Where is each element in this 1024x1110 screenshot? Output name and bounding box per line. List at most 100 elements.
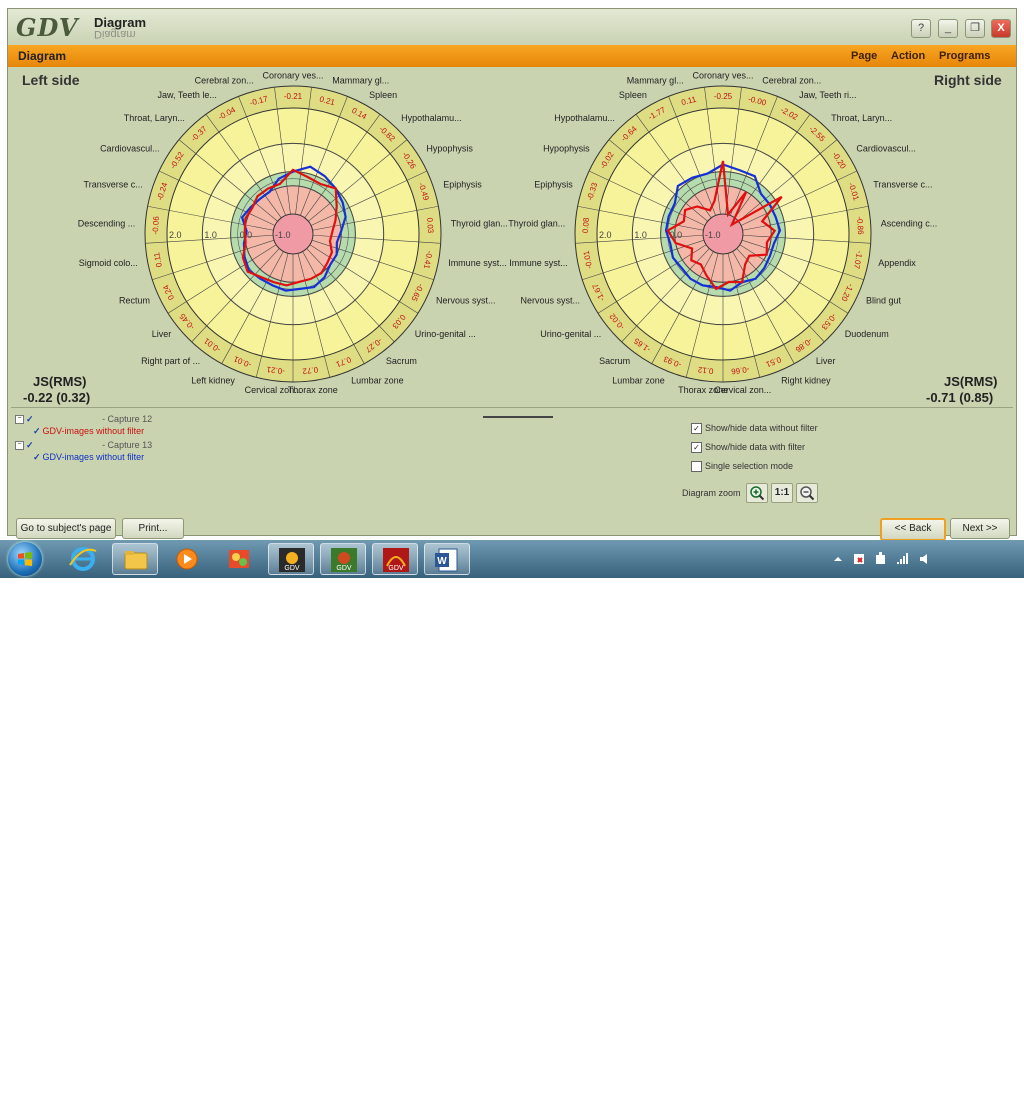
- right-sector-name: Sacrum: [599, 356, 630, 366]
- taskbar-paint-app[interactable]: [216, 543, 262, 575]
- system-clock[interactable]: 9:53 AM 10/01/2012: [944, 1084, 1016, 1110]
- left-sector-name: Rectum: [119, 296, 150, 306]
- checkbox-label: Show/hide data with filter: [705, 442, 806, 452]
- left-sector-name: Descending ...: [78, 218, 136, 228]
- left-sector-name: Hypothalamu...: [401, 113, 462, 123]
- svg-text:W: W: [437, 556, 447, 567]
- left-sector-name: Cerebral zon...: [195, 75, 254, 85]
- checkmark-icon[interactable]: ✓: [26, 440, 34, 450]
- left-sector-name: Coronary ves...: [262, 70, 323, 80]
- tree-capture-12-images[interactable]: ✓ GDV-images without filter: [33, 426, 144, 437]
- next-button[interactable]: Next >>: [950, 518, 1010, 539]
- tree-capture-13[interactable]: − ✓ - Capture 13: [15, 440, 152, 451]
- show-hidden-icons-icon: [834, 557, 842, 561]
- checkbox-empty-icon[interactable]: [691, 461, 702, 473]
- menu-action[interactable]: Action: [891, 50, 925, 62]
- collapse-icon[interactable]: −: [15, 441, 24, 451]
- zoom-out-button[interactable]: [796, 483, 818, 503]
- tree-capture-12[interactable]: − ✓ - Capture 12: [15, 414, 152, 425]
- checkbox-checked-icon[interactable]: ✓: [691, 423, 702, 435]
- checkbox-label: Show/hide data without filter: [705, 423, 818, 433]
- right-sector-name: Cardiovascul...: [856, 144, 916, 154]
- taskbar-gdv-app-2[interactable]: GDV: [320, 543, 366, 575]
- gdv-app-icon: GDV: [331, 548, 357, 572]
- svg-text:GDV: GDV: [388, 565, 404, 572]
- checkmark-icon[interactable]: ✓: [33, 426, 41, 436]
- left-sector-value: 0.03: [425, 217, 435, 234]
- minimize-button[interactable]: _: [938, 19, 958, 38]
- page-title: Diagram: [18, 49, 67, 63]
- capture-label: - Capture 13: [102, 440, 153, 450]
- right-ring-label: -1.0: [705, 230, 721, 240]
- collapse-icon[interactable]: −: [15, 415, 24, 425]
- right-sector-name: Coronary ves...: [692, 70, 753, 80]
- taskbar-explorer[interactable]: [112, 543, 158, 575]
- svg-text:GDV: GDV: [336, 565, 352, 572]
- taskbar-internet-explorer[interactable]: [60, 543, 106, 575]
- zoom-in-icon: [750, 486, 765, 501]
- title-bar: GDV Diagram Diagram ? _ ❐ X: [8, 9, 1016, 45]
- left-js-value: -0.22 (0.32): [23, 390, 91, 405]
- right-sector-value: -0.25: [714, 92, 733, 101]
- right-sector-name: Immune syst...: [509, 258, 568, 268]
- media-player-icon: [176, 548, 198, 570]
- right-sector-name: Nervous syst...: [521, 296, 581, 306]
- single-selection-checkbox[interactable]: Single selection mode: [691, 461, 794, 473]
- internet-explorer-icon: [69, 547, 97, 571]
- gdv-logo: GDV: [16, 13, 79, 42]
- right-sector-name: Urino-genital ...: [540, 329, 601, 339]
- right-sector-name: Mammary gl...: [627, 75, 684, 85]
- capture-images-label: GDV-images without filter: [42, 452, 145, 462]
- left-side-radar-chart: 2.0 1.0 0.0 -1.0-0.21Coronary ves...0.21Mam…: [78, 70, 508, 395]
- right-side-radar-chart: 2.0 1.0 0.0 -1.0-0.25Coronary ves...-0.00Ce…: [508, 70, 938, 395]
- show-with-filter-checkbox[interactable]: ✓ Show/hide data with filter: [691, 442, 806, 454]
- taskbar-gdv-app-3[interactable]: GDV: [372, 543, 418, 575]
- right-sector-name: Thorax zone: [678, 385, 728, 395]
- checkbox-label: Single selection mode: [705, 461, 794, 471]
- left-sector-name: Jaw, Teeth le...: [158, 90, 217, 100]
- right-sector-name: Hypothalamu...: [554, 113, 615, 123]
- svg-text:GDV: GDV: [284, 565, 300, 572]
- right-sector-name: Transverse c...: [873, 180, 932, 190]
- print-button[interactable]: Print...: [122, 518, 184, 539]
- right-sector-name: Epiphysis: [534, 180, 573, 190]
- right-js-label: JS(RMS): [944, 374, 998, 389]
- left-sector-name: Sacrum: [386, 356, 417, 366]
- system-tray-icons[interactable]: [832, 552, 932, 566]
- help-button[interactable]: ?: [911, 19, 931, 38]
- restore-button[interactable]: ❐: [965, 19, 985, 38]
- right-sector-name: Thyroid glan...: [508, 218, 565, 228]
- checkbox-checked-icon[interactable]: ✓: [691, 442, 702, 454]
- close-button[interactable]: X: [991, 19, 1011, 38]
- right-sector-name: Ascending c...: [881, 218, 938, 228]
- left-sector-name: Transverse c...: [84, 180, 143, 190]
- left-sector-name: Liver: [152, 329, 172, 339]
- right-sector-value: 0.08: [581, 217, 591, 234]
- right-sector-name: Throat, Laryn...: [831, 113, 892, 123]
- show-without-filter-checkbox[interactable]: ✓ Show/hide data without filter: [691, 423, 818, 435]
- right-sector-name: Duodenum: [845, 329, 889, 339]
- right-js-value: -0.71 (0.85): [926, 390, 994, 405]
- menu-programs[interactable]: Programs: [939, 50, 990, 62]
- taskbar-word[interactable]: W: [424, 543, 470, 575]
- left-sector-name: Cervical zon...: [245, 385, 302, 395]
- zoom-in-button[interactable]: [746, 483, 768, 503]
- menu-page[interactable]: Page: [851, 50, 877, 62]
- left-sector-value: -0.06: [151, 215, 161, 234]
- diagram-zoom-label: Diagram zoom: [682, 488, 741, 498]
- checkmark-icon[interactable]: ✓: [33, 452, 41, 462]
- taskbar-media-player[interactable]: [164, 543, 210, 575]
- go-to-subjects-page-button[interactable]: Go to subject's page: [16, 518, 116, 539]
- clock-date: 10/01/2012: [952, 1098, 1008, 1110]
- left-sector-name: Right part of ...: [141, 356, 200, 366]
- left-sector-name: Hypophysis: [426, 144, 473, 154]
- window-title-reflection: Diagram: [94, 28, 136, 40]
- menu-bar: Diagram Page Action Programs: [8, 45, 1016, 67]
- zoom-reset-button[interactable]: 1:1: [771, 483, 793, 503]
- checkmark-icon[interactable]: ✓: [26, 414, 34, 424]
- gdv-app-icon: GDV: [383, 548, 409, 572]
- back-button[interactable]: << Back: [880, 518, 946, 541]
- gdv-app-icon: GDV: [279, 548, 305, 572]
- taskbar-gdv-app-1[interactable]: GDV: [268, 543, 314, 575]
- tree-capture-13-images[interactable]: ✓ GDV-images without filter: [33, 452, 144, 463]
